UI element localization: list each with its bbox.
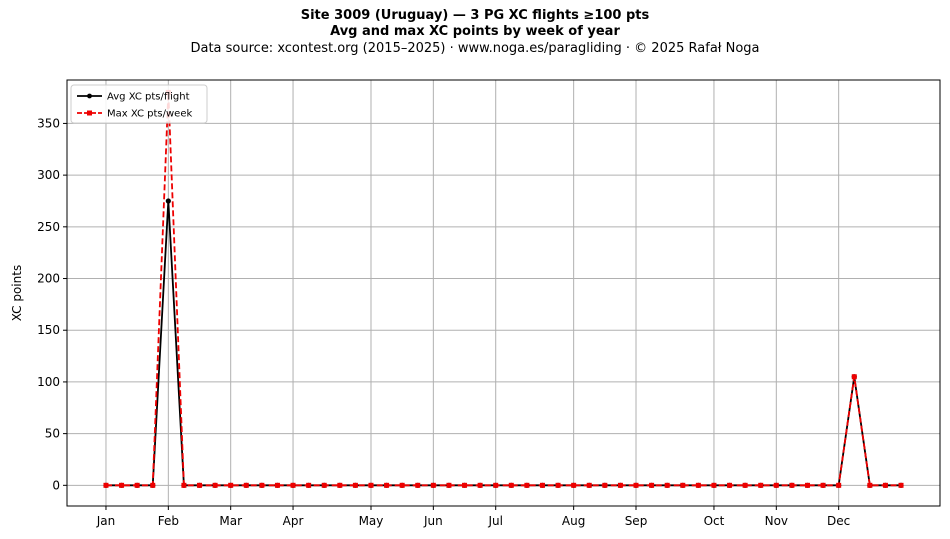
series-2-point [399,482,405,488]
series-2-point [711,482,717,488]
y-tick-label: 350 [37,116,60,130]
series-2-point [212,482,218,488]
legend-label-1: Avg XC pts/flight [107,92,190,103]
x-tick-label: May [359,514,384,528]
series-2-point [664,482,670,488]
series-2-point [119,482,125,488]
x-axis: Jan Feb Mar Apr May Jun Jul Aug Sep Oct Nov Dec [96,506,850,528]
x-tick-label: Dec [827,514,850,528]
series-2-point [695,482,701,488]
series-2-point [446,482,452,488]
x-tick-label: Nov [765,514,788,528]
series-2-point [181,482,187,488]
series-2-point [134,482,140,488]
series-group [103,89,904,488]
series-2-point [789,482,795,488]
y-tick-label: 250 [37,220,60,234]
series-2-point [508,482,514,488]
series-2-point [352,482,358,488]
y-axis: 0 50 100 150 200 250 300 350 [37,116,67,492]
series-2-point [524,482,530,488]
series-1-point [165,198,171,204]
series-2-point [851,374,857,380]
line-chart: 0 50 100 150 200 250 300 350 Jan Feb Mar Apr May Jun… [10,79,941,528]
series-2-point [228,482,234,488]
series-2-point [742,482,748,488]
series-2-point [274,482,280,488]
series-2-point [493,482,499,488]
legend-marker-2 [87,110,92,116]
y-tick-label: 0 [52,478,60,492]
series-2-point [197,482,203,488]
series-2-point [617,482,623,488]
series-2-point [867,482,873,488]
series-2-point [727,482,733,488]
series-2-point [882,482,888,488]
series-2-point [290,482,296,488]
series-line-2 [105,92,902,487]
series-2-point [368,482,374,488]
x-tick-label: Jan [96,514,116,528]
series-2-point [649,482,655,488]
series-line-1 [105,200,902,487]
series-2-point [633,482,639,488]
series-2-point [477,482,483,488]
x-tick-label: Jun [423,514,443,528]
x-tick-label: Oct [704,514,725,528]
x-tick-label: Jul [487,514,502,528]
y-tick-label: 300 [37,168,60,182]
grid-lines [67,80,940,506]
series-2-point [337,482,343,488]
series-2-point [758,482,764,488]
x-tick-label: Apr [283,514,304,528]
series-2-point [836,482,842,488]
series-2-point [306,482,312,488]
plot-frame [66,79,941,507]
y-tick-label: 200 [37,272,60,286]
y-tick-label: 50 [45,427,60,441]
series-2-point [804,482,810,488]
legend: Avg XC pts/flight Max XC pts/week [70,84,208,124]
series-2-point [103,482,109,488]
series-2-point [321,482,327,488]
x-tick-label: Aug [562,514,585,528]
series-2-point [415,482,421,488]
series-2-point [243,482,249,488]
x-tick-label: Sep [625,514,648,528]
series-2-point [555,482,561,488]
series-2-point [571,482,577,488]
series-2-point [539,482,545,488]
series-2-point [773,482,779,488]
y-axis-label: XC points [10,265,24,321]
y-tick-label: 150 [37,323,60,337]
legend-label-2: Max XC pts/week [107,109,192,120]
x-tick-label: Feb [158,514,179,528]
series-2-point [602,482,608,488]
series-2-point [820,482,826,488]
series-2-point [680,482,686,488]
series-2-point [384,482,390,488]
y-tick-label: 100 [37,375,60,389]
series-2-point [586,482,592,488]
series-2-point [430,482,436,488]
series-2-point [259,482,265,488]
x-tick-label: Mar [219,514,242,528]
series-2-point [150,482,156,488]
series-2-point [462,482,468,488]
legend-marker-1 [87,93,92,99]
series-2-point [898,482,904,488]
